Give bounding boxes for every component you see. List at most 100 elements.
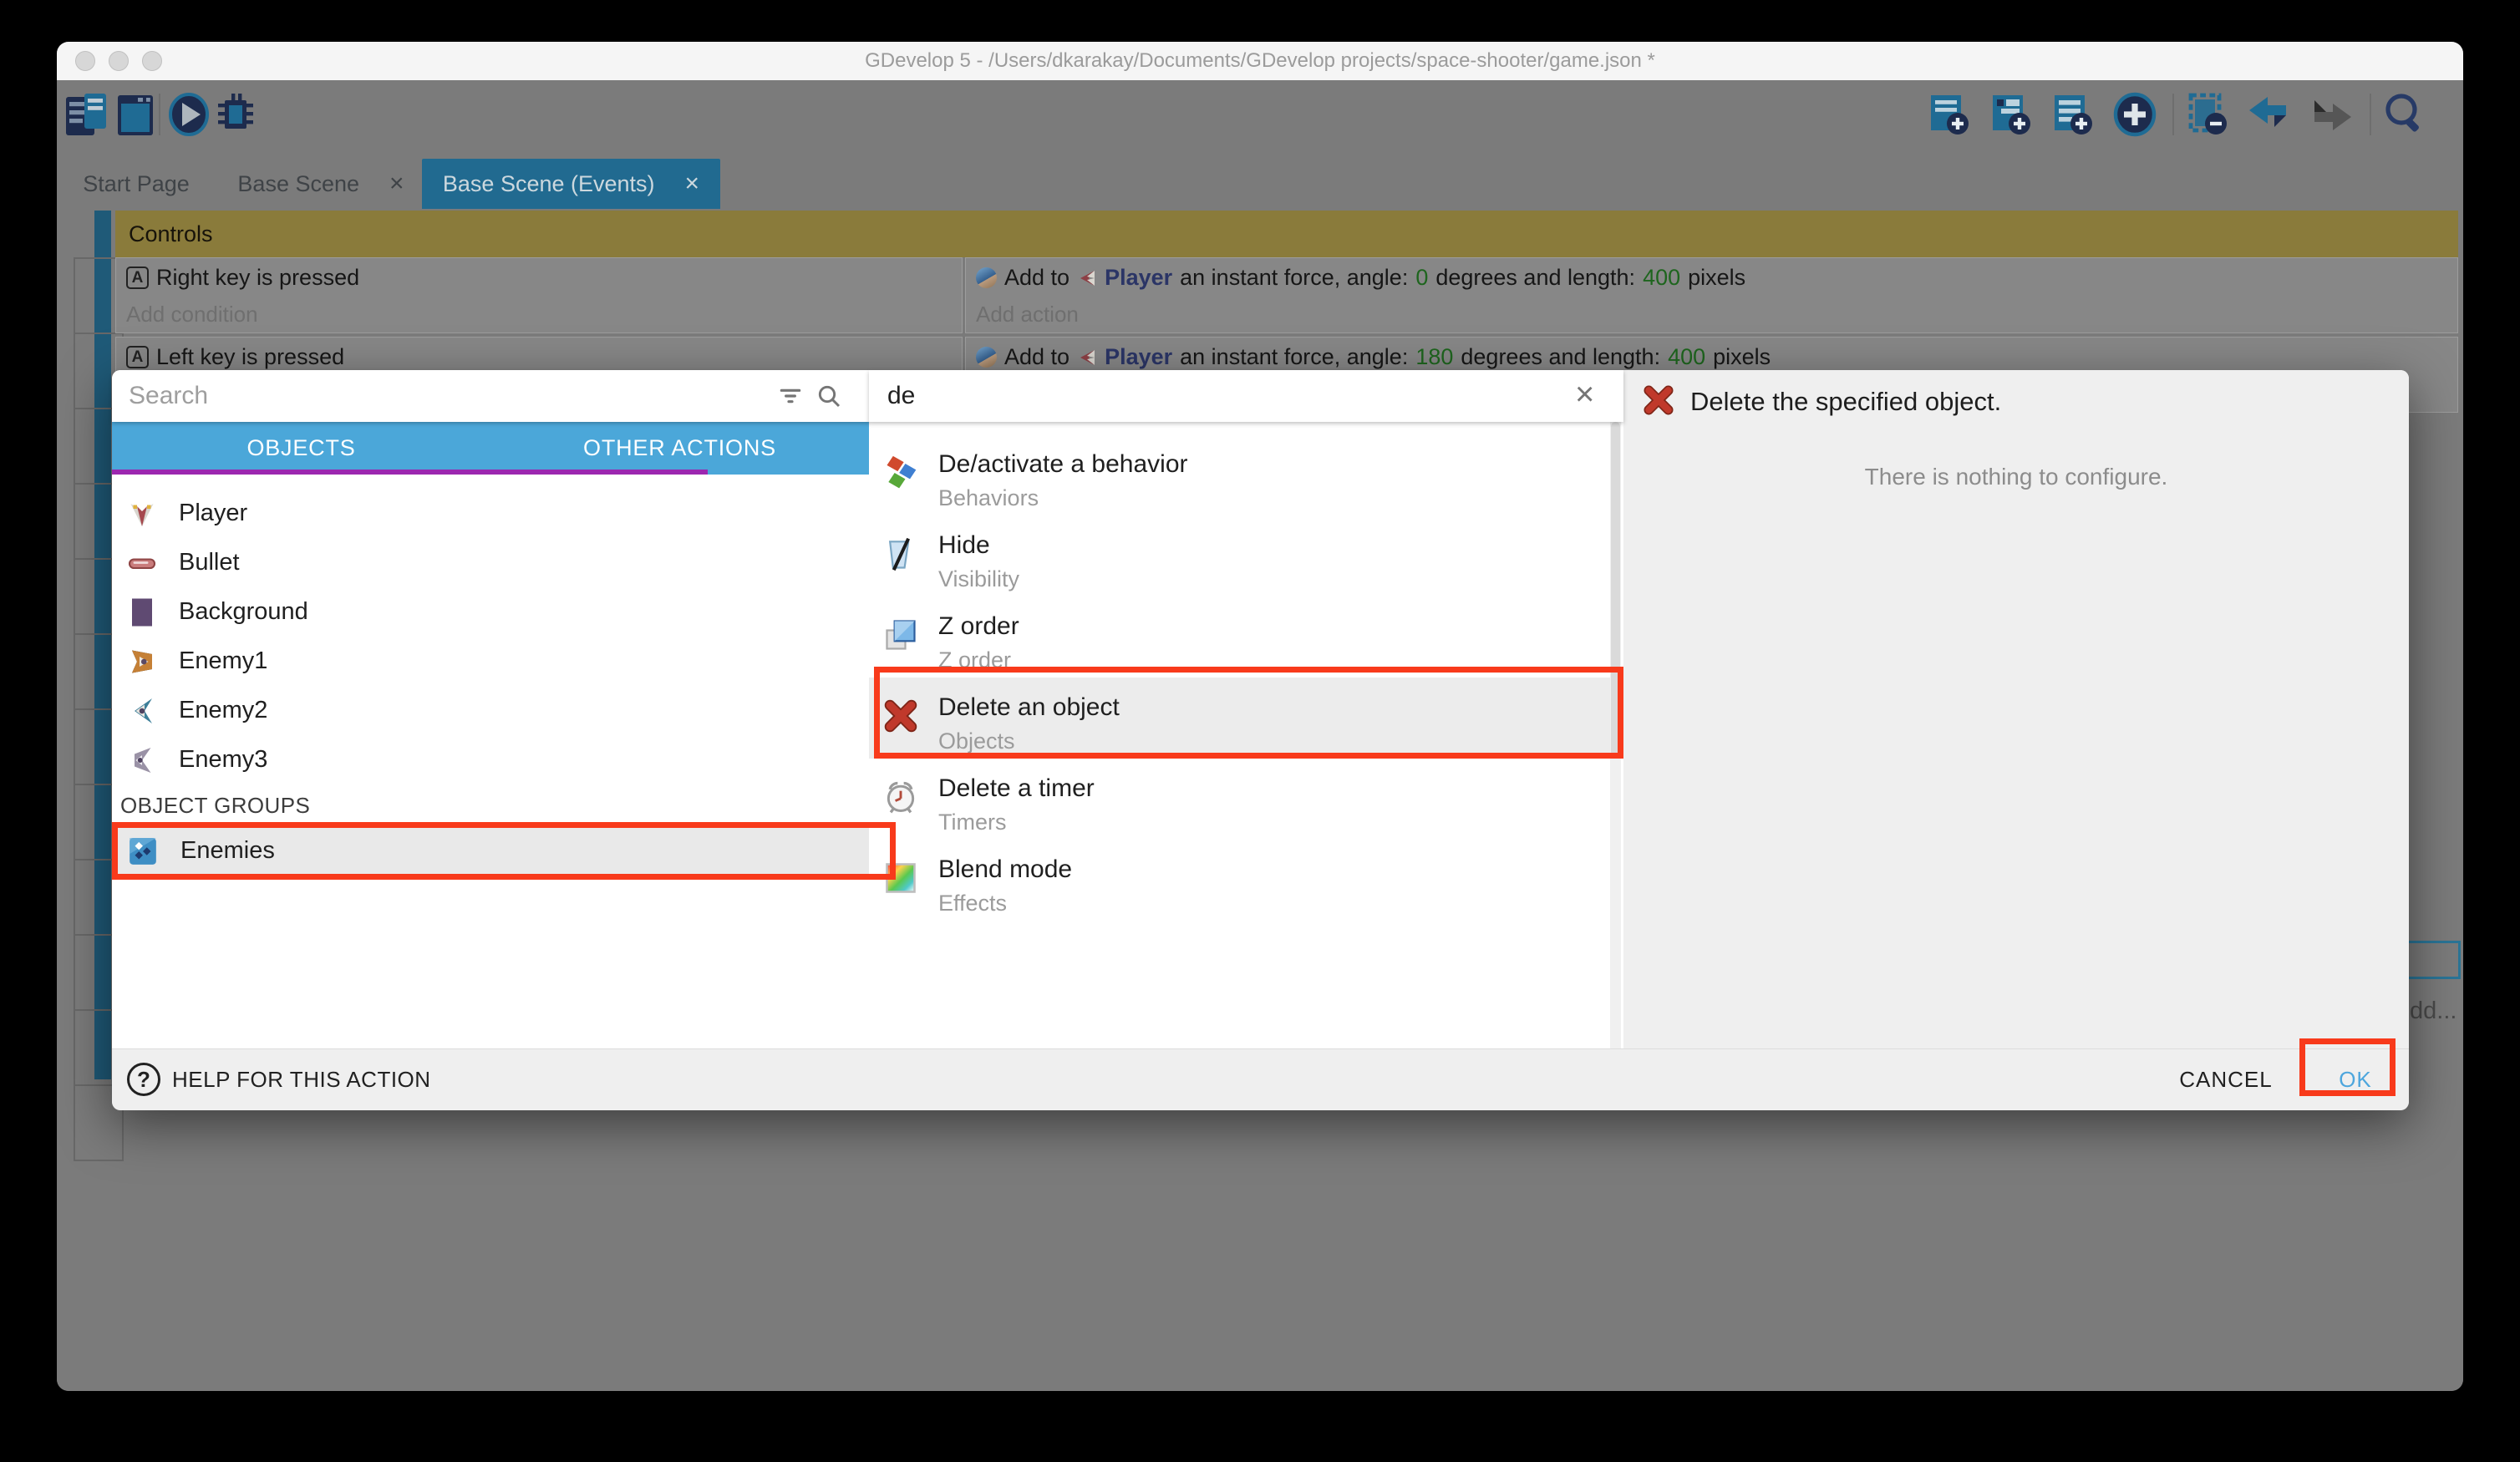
- action-item-z-order[interactable]: Z order Z order: [869, 596, 1613, 678]
- object-groups-header: OBJECT GROUPS: [120, 793, 310, 819]
- action-text: degrees and length:: [1435, 265, 1635, 291]
- action-item-delete-timer[interactable]: Delete a timer Timers: [869, 759, 1613, 840]
- keyboard-key-icon: A: [126, 267, 149, 289]
- object-search-placeholder: Search: [129, 370, 208, 422]
- action-text: Add to: [1004, 344, 1069, 370]
- tab-label: Base Scene: [237, 159, 359, 209]
- help-icon: ?: [127, 1063, 160, 1096]
- close-tab-icon[interactable]: ×: [685, 159, 700, 209]
- help-button-label[interactable]: HELP FOR THIS ACTION: [172, 1049, 431, 1110]
- action-title: Hide: [938, 531, 990, 560]
- filter-icon[interactable]: [777, 383, 804, 409]
- scene-editor-icon[interactable]: [114, 90, 156, 139]
- action-item-blend-mode[interactable]: Blend mode Effects: [869, 840, 1613, 921]
- tab-other-actions[interactable]: OTHER ACTIONS: [490, 422, 869, 475]
- window-title: GDevelop 5 - /Users/dkarakay/Documents/G…: [57, 42, 2463, 80]
- action-value: 180: [1415, 344, 1453, 370]
- tab-objects[interactable]: OBJECTS: [112, 422, 490, 475]
- annotation-box-delete-object: [874, 667, 1623, 759]
- desktop: GDevelop 5 - /Users/dkarakay/Documents/G…: [0, 0, 2520, 1462]
- tab-base-scene[interactable]: Base Scene ×: [221, 159, 421, 209]
- search-icon[interactable]: [2381, 90, 2428, 139]
- action-text: Add to: [1004, 265, 1069, 291]
- object-label: Bullet: [179, 549, 240, 576]
- enemy1-ship-icon: [127, 647, 157, 677]
- bullet-icon: [127, 548, 157, 578]
- action-search-field[interactable]: de ×: [869, 370, 1623, 422]
- clear-search-icon[interactable]: ×: [1575, 370, 1594, 422]
- delete-icon: [1642, 383, 1675, 417]
- action-text: pixels: [1713, 344, 1771, 370]
- search-icon[interactable]: [815, 383, 842, 409]
- tab-label: Start Page: [83, 159, 190, 209]
- action-category: Behaviors: [938, 485, 1039, 511]
- player-ship-icon: [127, 499, 157, 529]
- list-item-bullet[interactable]: Bullet: [112, 538, 869, 587]
- action-detail-panel: Delete the specified object. There is no…: [1623, 370, 2409, 1048]
- condition-text: Left key is pressed: [156, 344, 344, 370]
- add-subevent-icon[interactable]: [1988, 90, 2035, 139]
- player-thumbnail-icon: [1077, 268, 1097, 288]
- debug-icon[interactable]: [213, 90, 258, 139]
- add-comment-icon[interactable]: [2050, 90, 2096, 139]
- add-action-button[interactable]: Add action: [976, 302, 1079, 327]
- object-reference: Player: [1105, 344, 1172, 370]
- object-reference: Player: [1105, 265, 1172, 291]
- annotation-box-enemies-group: [112, 822, 896, 880]
- force-action-icon: [976, 267, 997, 288]
- action-category: Effects: [938, 891, 1007, 916]
- tab-label: OBJECTS: [246, 435, 355, 461]
- tab-base-scene-events[interactable]: Base Scene (Events) ×: [422, 159, 720, 209]
- object-label: Player: [179, 500, 247, 527]
- remove-event-icon[interactable]: [2184, 90, 2231, 139]
- player-thumbnail-icon: [1077, 348, 1097, 368]
- add-event-icon[interactable]: [1926, 90, 1973, 139]
- project-manager-icon[interactable]: [63, 90, 109, 139]
- add-circle-icon[interactable]: [2111, 90, 2158, 139]
- keyboard-key-icon: A: [126, 346, 149, 368]
- object-label: Background: [179, 598, 308, 626]
- action-item-deactivate-behavior[interactable]: De/activate a behavior Behaviors: [869, 434, 1613, 515]
- event-group-header[interactable]: Controls: [115, 211, 2458, 257]
- undo-icon[interactable]: [2246, 90, 2293, 139]
- toolbar-separator: [159, 94, 160, 135]
- background-icon: [127, 597, 157, 627]
- action-text: an instant force, angle:: [1180, 265, 1408, 291]
- nothing-to-configure-message: There is nothing to configure.: [1623, 464, 2409, 490]
- timer-icon: [882, 779, 919, 815]
- action-category: Visibility: [938, 566, 1019, 592]
- list-item-enemy2[interactable]: Enemy2: [112, 686, 869, 735]
- close-tab-icon[interactable]: ×: [389, 159, 404, 209]
- add-condition-button[interactable]: Add condition: [126, 302, 258, 327]
- action-search-value: de: [887, 370, 915, 422]
- action-title: Blend mode: [938, 855, 1072, 884]
- hide-icon: [882, 536, 919, 572]
- list-item-enemy1[interactable]: Enemy1: [112, 637, 869, 686]
- action-item-hide[interactable]: Hide Visibility: [869, 515, 1613, 596]
- help-button[interactable]: ?: [127, 1063, 160, 1096]
- object-search-field[interactable]: Search: [112, 370, 869, 422]
- list-item-player[interactable]: Player: [112, 489, 869, 538]
- action-text: degrees and length:: [1461, 344, 1660, 370]
- action-cell[interactable]: Add to Player an instant force, angle: 0…: [965, 257, 2458, 333]
- object-label: Enemy1: [179, 647, 267, 675]
- list-item-background[interactable]: Background: [112, 587, 869, 637]
- dialog-footer: ? HELP FOR THIS ACTION CANCEL OK: [112, 1048, 2409, 1110]
- action-text: an instant force, angle:: [1180, 344, 1408, 370]
- annotation-box-ok-button: [2299, 1038, 2396, 1096]
- tab-start-page[interactable]: Start Page: [57, 159, 216, 209]
- list-item-enemy3[interactable]: Enemy3: [112, 735, 869, 784]
- clipped-add-button[interactable]: dd...: [2410, 998, 2456, 1025]
- event-group-title: Controls: [129, 221, 213, 246]
- toolbar-separator: [2370, 94, 2371, 135]
- titlebar[interactable]: GDevelop 5 - /Users/dkarakay/Documents/G…: [57, 42, 2463, 81]
- cancel-button[interactable]: CANCEL: [2167, 1049, 2284, 1110]
- tab-label: Base Scene (Events): [443, 159, 655, 209]
- behavior-icon: [882, 454, 919, 491]
- toolbar-separator: [2172, 94, 2174, 135]
- condition-cell[interactable]: A Right key is pressed Add condition: [115, 257, 963, 333]
- redo-icon[interactable]: [2308, 90, 2355, 139]
- action-text: pixels: [1688, 265, 1745, 291]
- dialog-tab-bar: OBJECTS OTHER ACTIONS: [112, 422, 869, 475]
- play-icon[interactable]: [167, 90, 211, 139]
